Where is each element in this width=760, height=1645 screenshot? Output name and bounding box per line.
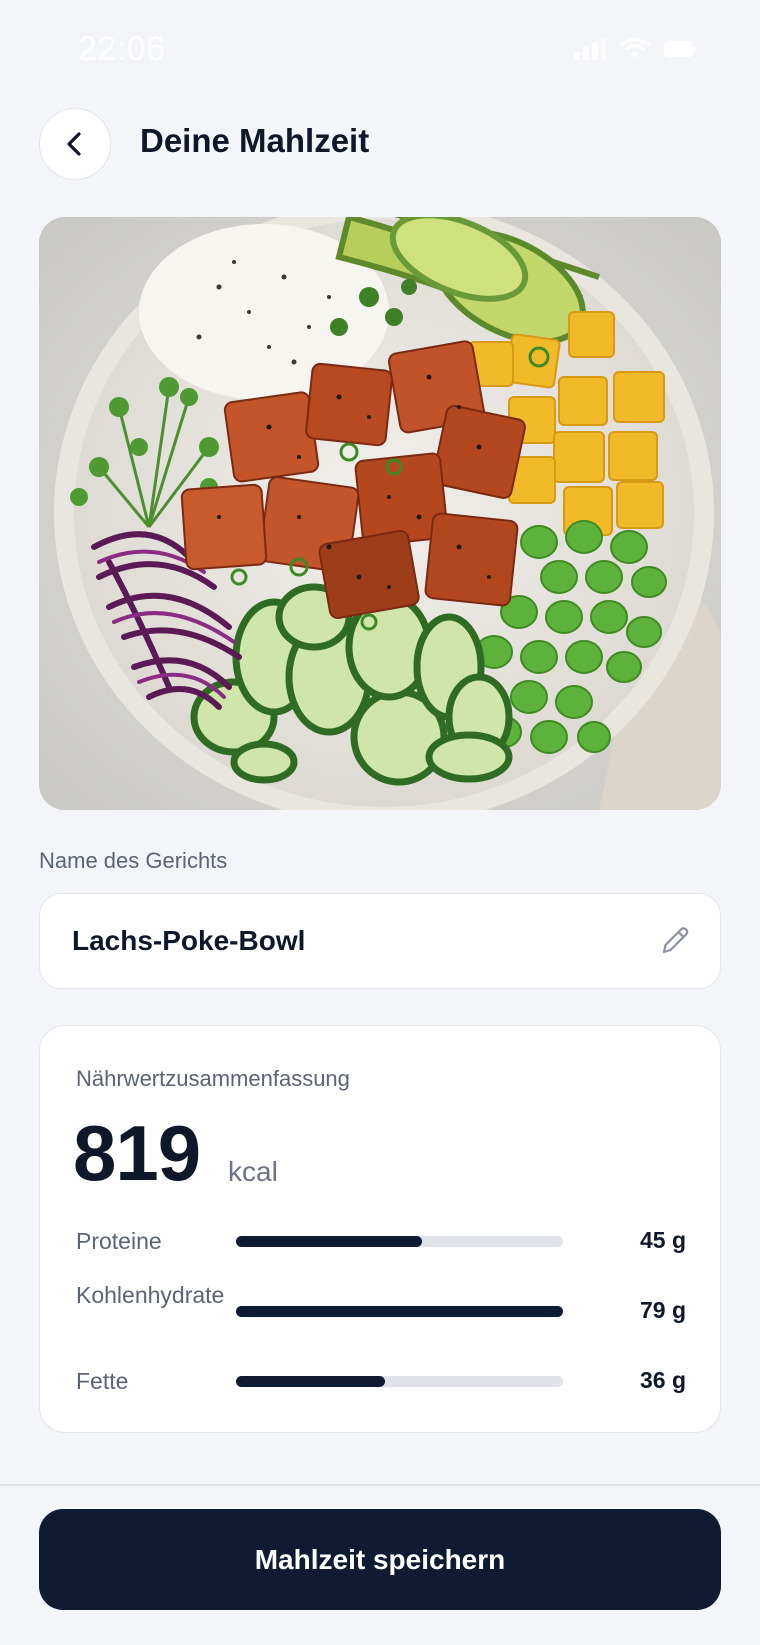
battery-icon (664, 41, 697, 57)
wifi-icon (620, 38, 650, 58)
nutrition-summary-label: Nährwertzusammenfassung (76, 1066, 350, 1091)
back-button[interactable] (39, 108, 111, 180)
status-bar: 22:06 (0, 0, 760, 100)
macro-value: 79 g (639, 1297, 686, 1323)
nutrition-summary-card: Nährwertzusammenfassung 819 kcal Protein… (39, 1025, 721, 1433)
signal-icon (574, 38, 606, 60)
macro-progress-track (236, 1376, 563, 1387)
macro-value: 45 g (639, 1227, 686, 1253)
pencil-icon[interactable] (658, 924, 692, 958)
macro-value: 36 g (639, 1367, 686, 1393)
meal-screen: 22:06 Deine Mahlzeit Name des Gerichts L… (0, 0, 760, 1645)
macro-progress-fill (236, 1236, 423, 1247)
calories-unit: kcal (228, 1156, 278, 1187)
macro-name: Fette (76, 1368, 129, 1394)
dish-name-label: Name des Gerichts (39, 848, 228, 873)
macro-progress-fill (236, 1306, 563, 1317)
calories-value: 819 (73, 1109, 201, 1197)
macro-progress-track (236, 1236, 563, 1247)
save-meal-button[interactable]: Mahlzeit speichern (39, 1509, 721, 1610)
macro-progress-track (236, 1306, 563, 1317)
dish-name-value[interactable]: Lachs-Poke-Bowl (72, 925, 305, 957)
status-icons (574, 38, 698, 60)
page-title: Deine Mahlzeit (140, 122, 370, 159)
macro-progress-fill (236, 1376, 385, 1387)
status-time: 22:06 (78, 30, 166, 68)
chevron-left-icon (67, 132, 81, 156)
macro-name: Kohlenhydrate (76, 1282, 225, 1308)
meal-photo (39, 217, 721, 810)
dish-name-field[interactable]: Lachs-Poke-Bowl (39, 893, 721, 989)
footer-divider (0, 1484, 760, 1486)
macro-name: Proteine (76, 1228, 162, 1254)
